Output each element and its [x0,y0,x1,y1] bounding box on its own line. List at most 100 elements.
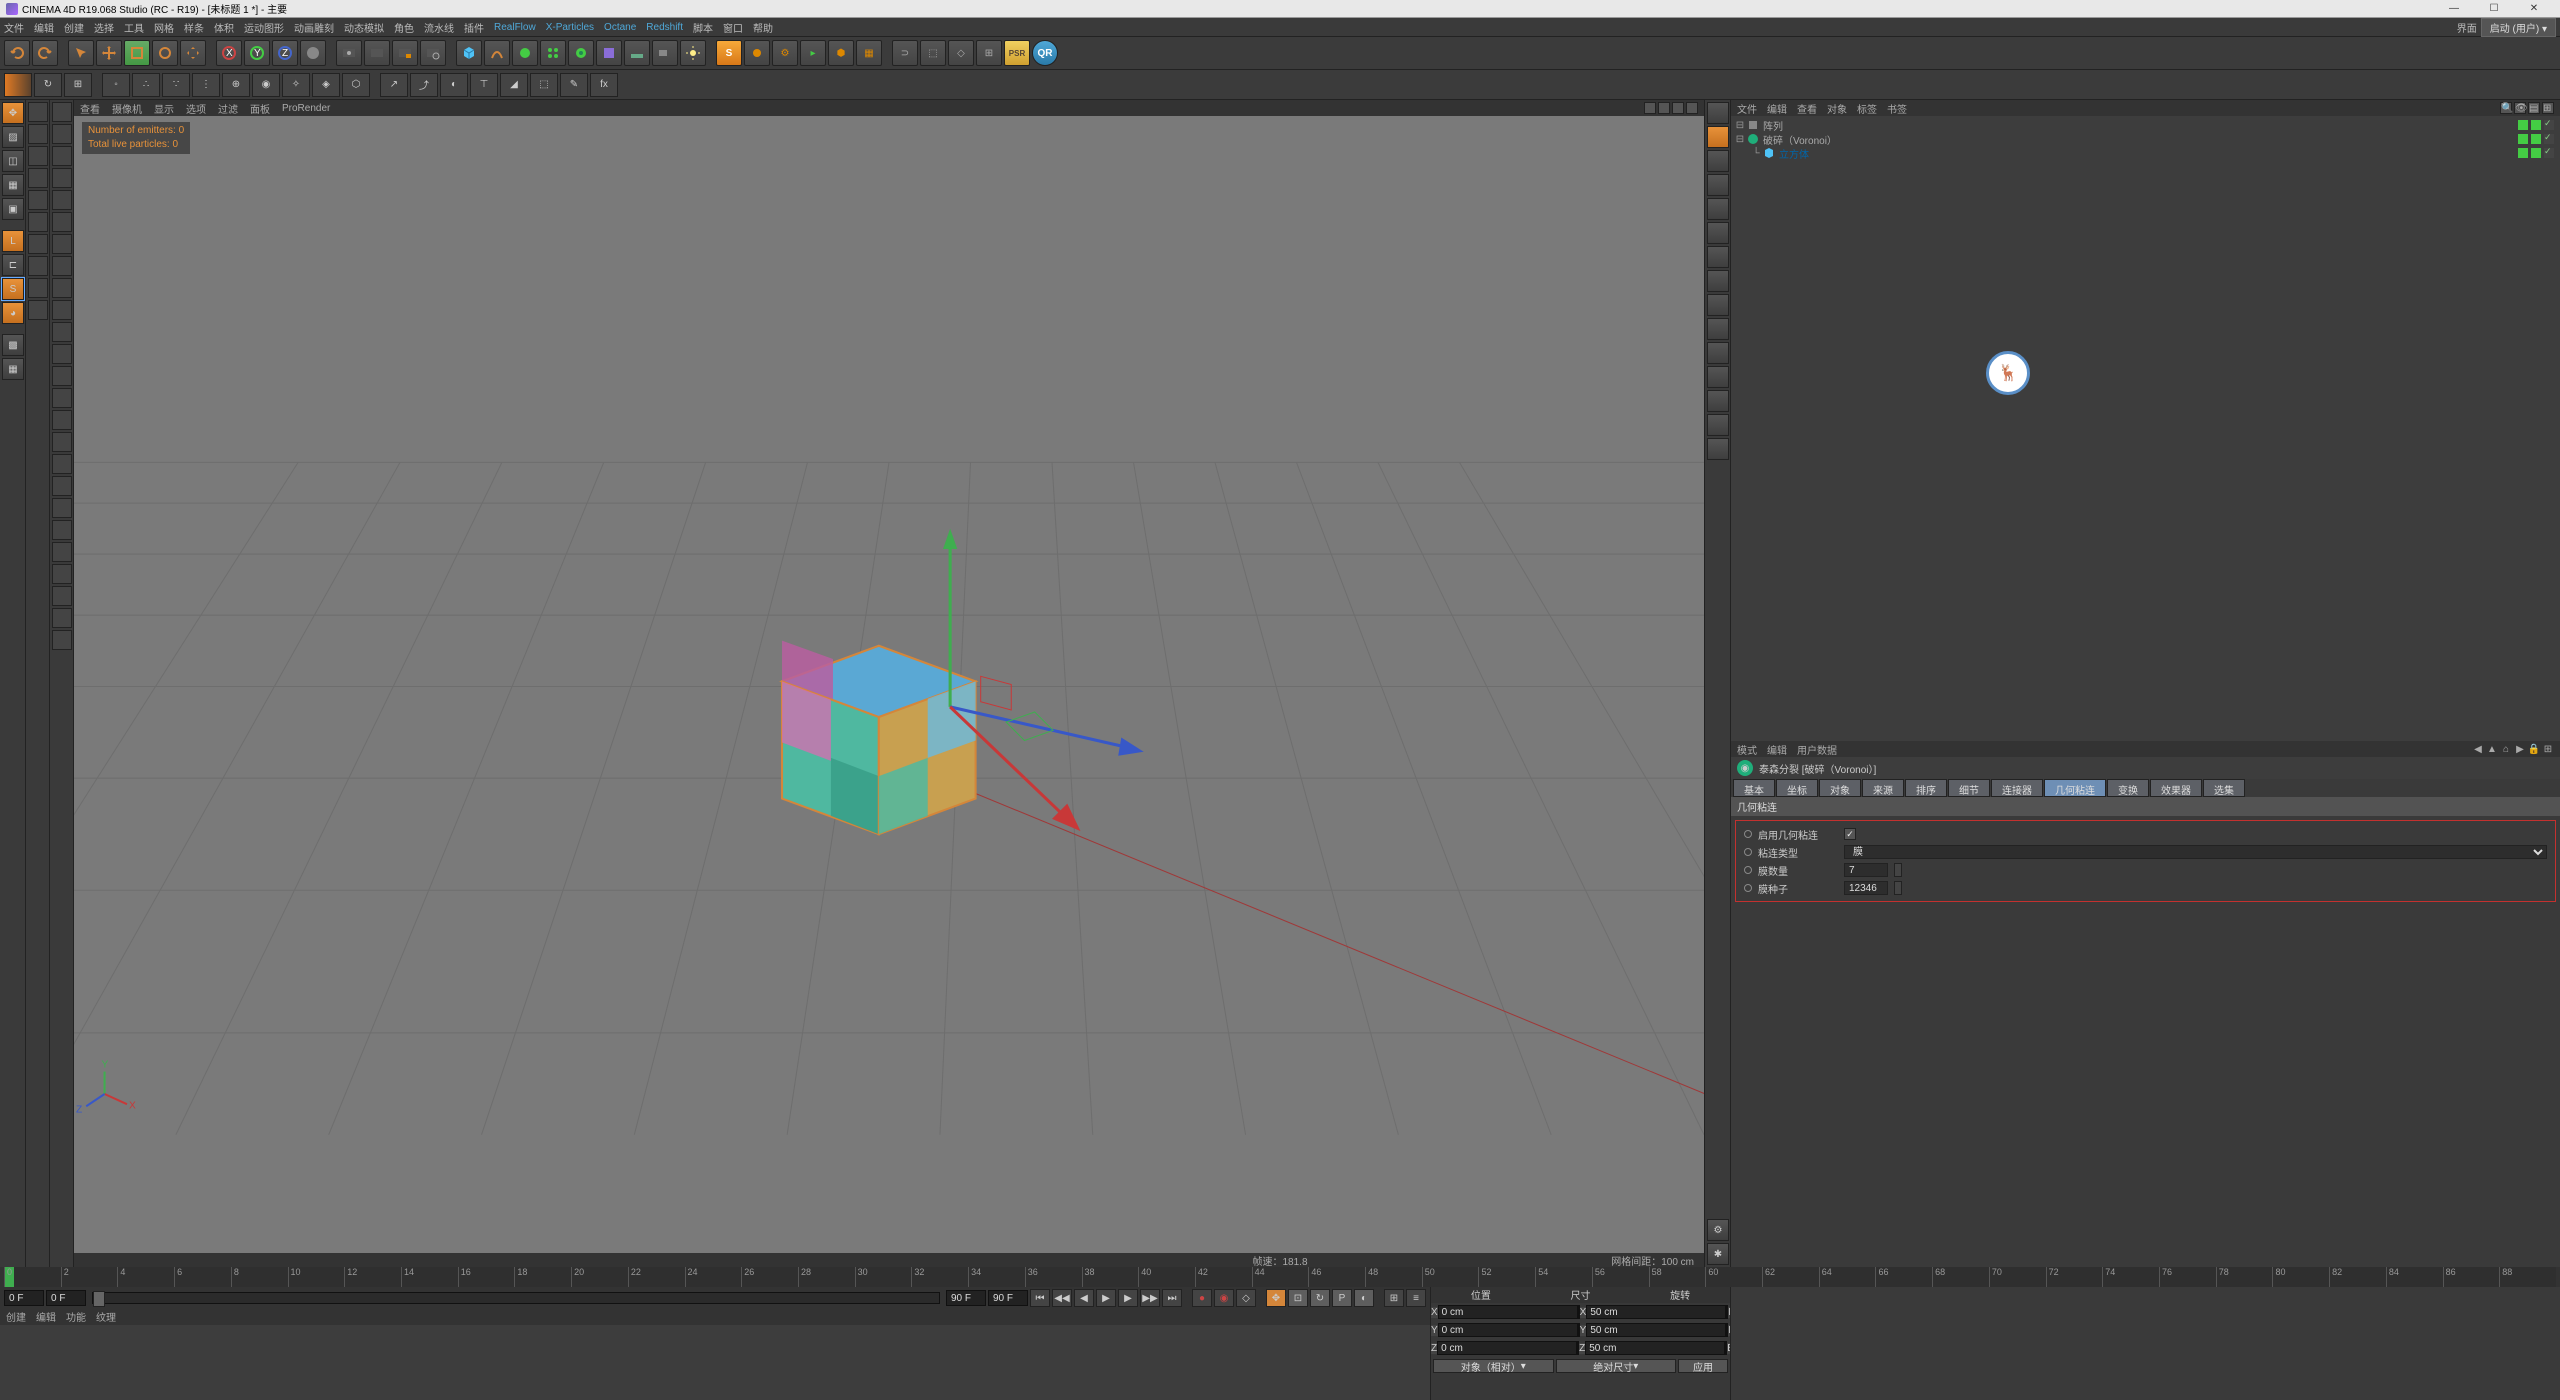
glue-type-dropdown[interactable]: 膜 [1844,845,2547,859]
tool-6[interactable] [28,212,48,232]
autokey-button[interactable]: ◉ [1214,1289,1234,1307]
sel-filter-9[interactable]: ⬡ [342,73,370,97]
menu-volume[interactable]: 体积 [214,20,234,35]
vp-menu-options[interactable]: 选项 [186,101,206,116]
plugin-icon-1[interactable] [744,40,770,66]
am-nav-fwd-icon[interactable]: ▶ [2514,743,2526,755]
attr-tab-10[interactable]: 选集 [2203,779,2245,797]
anim-opt-1[interactable]: ⊞ [1384,1289,1404,1307]
rtool-8[interactable] [1707,270,1729,292]
snap-icon[interactable]: ◇ [948,40,974,66]
render-view[interactable] [336,40,362,66]
vp-menu-prorender[interactable]: ProRender [282,103,330,114]
extra-2[interactable] [52,124,72,144]
vp-menu-display[interactable]: 显示 [154,101,174,116]
attr-tab-6[interactable]: 连接器 [1991,779,2043,797]
attr-tab-2[interactable]: 对象 [1819,779,1861,797]
extra-11[interactable] [52,322,72,342]
rotate-tool[interactable] [152,40,178,66]
texture-mode-icon[interactable]: ▨ [2,126,24,148]
modeling-2[interactable]: ⤴ [410,73,438,97]
om-menu-bookmarks[interactable]: 书签 [1887,101,1907,116]
extra-22[interactable] [52,564,72,584]
extra-6[interactable] [52,212,72,232]
rtool-2[interactable] [1707,126,1729,148]
goto-end-button[interactable]: ⏭ [1162,1289,1182,1307]
coord-size-input[interactable] [1585,1341,1725,1355]
history-icon[interactable]: ↻ [34,73,62,97]
rtool-14[interactable] [1707,414,1729,436]
snap-grid-icon[interactable]: ⊞ [64,73,92,97]
menu-script[interactable]: 脚本 [693,20,713,35]
menu-select[interactable]: 选择 [94,20,114,35]
timeline-range-slider[interactable] [92,1292,940,1304]
attr-tab-1[interactable]: 坐标 [1776,779,1818,797]
extra-7[interactable] [52,234,72,254]
timeline-ruler[interactable]: 0246810121416182022242628303234363840424… [0,1267,2560,1287]
sel-filter-3[interactable]: ∵ [162,73,190,97]
coord-pos-input[interactable] [1438,1305,1578,1319]
anim-scale-button[interactable]: ⊡ [1288,1289,1308,1307]
om-menu-file[interactable]: 文件 [1737,101,1757,116]
menu-character[interactable]: 角色 [394,20,414,35]
mm-menu-create[interactable]: 创建 [6,1309,26,1325]
quickrender-button[interactable]: QR [1032,40,1058,66]
rtool-1[interactable] [1707,102,1729,124]
am-menu-userdata[interactable]: 用户数据 [1797,742,1837,757]
deformer-bend[interactable] [596,40,622,66]
x-axis-lock[interactable]: X [216,40,242,66]
generator-subdiv[interactable] [512,40,538,66]
modeling-1[interactable]: ↗ [380,73,408,97]
vp-nav-3[interactable] [1672,102,1684,114]
extra-18[interactable] [52,476,72,496]
last-tool[interactable] [180,40,206,66]
tool-9[interactable] [28,278,48,298]
light-object[interactable] [680,40,706,66]
uv-mode-icon[interactable]: ◕ [2,302,24,324]
vp-menu-view[interactable]: 查看 [80,101,100,116]
extra-10[interactable] [52,300,72,320]
render-region[interactable] [364,40,390,66]
viewport-solo-icon[interactable]: ▦ [2,358,24,380]
object-manager[interactable]: ⊟ 阵列 ⊟ 破碎（Voronoi） └ 立方体 🦌 [1731,116,2560,741]
tool-8[interactable] [28,256,48,276]
coord-size-input[interactable] [1586,1323,1726,1337]
mm-menu-func[interactable]: 功能 [66,1309,86,1325]
rtool-9[interactable] [1707,294,1729,316]
timeline-end-input[interactable] [988,1290,1028,1306]
coord-size-input[interactable] [1586,1305,1726,1319]
maximize-button[interactable]: ☐ [2474,0,2514,18]
rtool-lock-icon[interactable]: ⚙ [1707,1219,1729,1241]
menu-redshift[interactable]: Redshift [646,22,683,33]
next-frame-button[interactable]: ▶ [1118,1289,1138,1307]
menu-mograph[interactable]: 运动图形 [244,20,284,35]
play-button[interactable]: ▶ [1096,1289,1116,1307]
magnet-icon[interactable]: ⊃ [892,40,918,66]
plugin-icon-4[interactable]: ⬢ [828,40,854,66]
perspective-viewport[interactable]: Y X Z Number of emitters: 0 Total live p… [74,116,1704,1253]
prev-key-button[interactable]: ◀◀ [1052,1289,1072,1307]
sel-filter-2[interactable]: ∴ [132,73,160,97]
tool-7[interactable] [28,234,48,254]
attr-tab-5[interactable]: 细节 [1948,779,1990,797]
sel-filter-6[interactable]: ◉ [252,73,280,97]
menu-help[interactable]: 帮助 [753,20,773,35]
quantize-icon[interactable]: ⊞ [976,40,1002,66]
menu-tools[interactable]: 工具 [124,20,144,35]
om-menu-tags[interactable]: 标签 [1857,101,1877,116]
timeline-start-input[interactable] [4,1290,44,1306]
workplane-icon[interactable]: ⬚ [920,40,946,66]
anim-param-button[interactable]: P [1332,1289,1352,1307]
next-key-button[interactable]: ▶▶ [1140,1289,1160,1307]
tree-row[interactable]: ⊟ 阵列 [1735,118,2556,132]
coord-size-dropdown[interactable]: 绝对尺寸 ▾ [1556,1359,1677,1373]
modeling-3[interactable]: ◐ [440,73,468,97]
extra-3[interactable] [52,146,72,166]
rtool-12[interactable] [1707,366,1729,388]
y-axis-lock[interactable]: Y [244,40,270,66]
om-layout-icon[interactable]: ⊞ [2542,102,2554,114]
tool-10[interactable] [28,300,48,320]
am-menu-mode[interactable]: 模式 [1737,742,1757,757]
vp-nav-4[interactable] [1686,102,1698,114]
axis-mode-icon[interactable]: ▣ [2,198,24,220]
